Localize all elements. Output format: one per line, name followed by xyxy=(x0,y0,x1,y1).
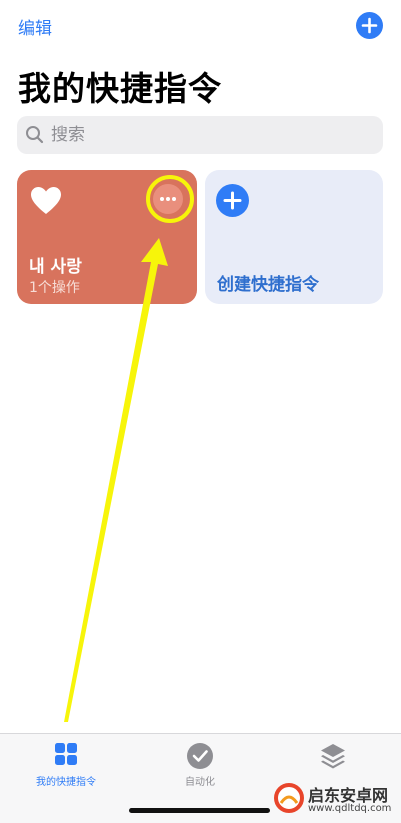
watermark-logo-icon xyxy=(274,783,304,813)
tab-automation[interactable]: 自动化 xyxy=(135,734,265,794)
watermark-logo xyxy=(274,783,304,813)
tab-my-shortcuts[interactable]: 我的快捷指令 xyxy=(1,734,131,794)
tab-label: 我的快捷指令 xyxy=(36,777,96,788)
home-indicator xyxy=(129,808,270,813)
watermark-url: www.qdltdq.com xyxy=(308,803,392,814)
layers-icon xyxy=(321,744,345,769)
clock-check-icon xyxy=(187,743,213,769)
tab-label: 自动化 xyxy=(185,777,215,788)
watermark: 启东安卓网 www.qdltdq.com xyxy=(272,780,401,822)
grid-icon xyxy=(55,743,77,765)
annotation-arrow xyxy=(64,238,168,722)
